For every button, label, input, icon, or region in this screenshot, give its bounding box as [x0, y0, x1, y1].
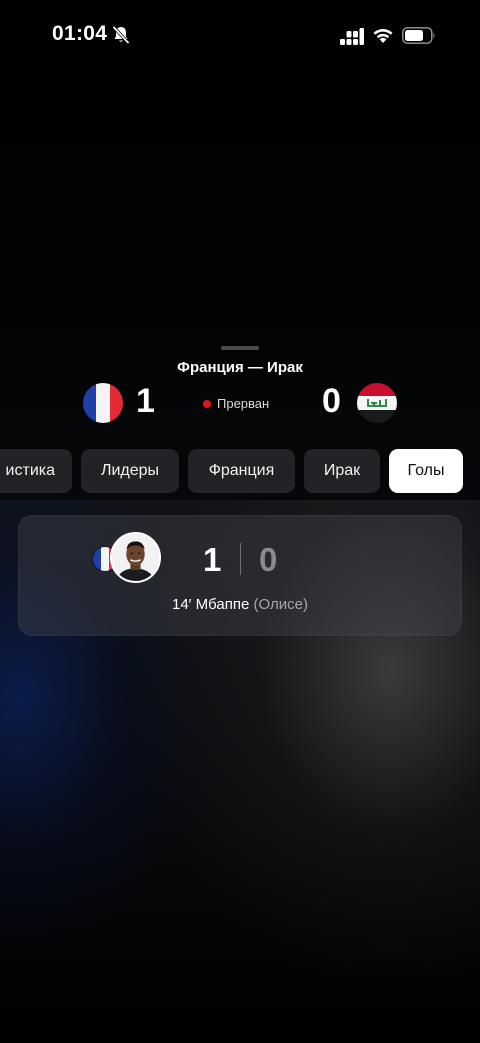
- battery-icon: [402, 27, 435, 44]
- sheet-grabber[interactable]: [221, 346, 259, 350]
- away-score: 0: [322, 382, 341, 420]
- tab-france[interactable]: Франция: [188, 449, 295, 493]
- wifi-icon: [373, 29, 393, 43]
- home-score: 1: [136, 382, 155, 420]
- cellular-signal-icon: [340, 28, 364, 45]
- match-status: Прерван: [217, 396, 270, 411]
- goal-home-score: 1: [203, 541, 222, 578]
- player-avatar: [110, 532, 161, 583]
- status-time: 01:04: [52, 22, 108, 45]
- goal-description: 14′ Мбаппе (Олисе): [19, 596, 461, 613]
- match-screen: 01:04 Франция — Ирак 1 Прерван 0 истика …: [0, 0, 480, 1043]
- goal-assist: (Олисе): [253, 596, 308, 613]
- tab-leaders[interactable]: Лидеры: [81, 449, 179, 493]
- background-top: [0, 0, 480, 520]
- france-flag-icon: [83, 383, 123, 423]
- tab-statistics[interactable]: истика: [0, 449, 72, 493]
- score-divider: [240, 543, 241, 575]
- match-title: Франция — Ирак: [177, 359, 303, 376]
- tab-goals[interactable]: Голы: [389, 449, 463, 493]
- tab-bar: истика Лидеры Франция Ирак Голы: [0, 449, 480, 493]
- goal-minute: 14′: [172, 596, 192, 613]
- status-bar: 01:04: [0, 0, 480, 70]
- bell-mute-icon: [112, 25, 130, 45]
- goal-card[interactable]: 1 0 14′ Мбаппе (Олисе): [18, 515, 462, 636]
- iraq-flag-icon: [357, 383, 397, 423]
- goal-away-score: 0: [259, 541, 278, 578]
- tab-iraq[interactable]: Ирак: [304, 449, 380, 493]
- status-dot: [203, 400, 211, 408]
- goal-scorer: Мбаппе: [195, 596, 250, 613]
